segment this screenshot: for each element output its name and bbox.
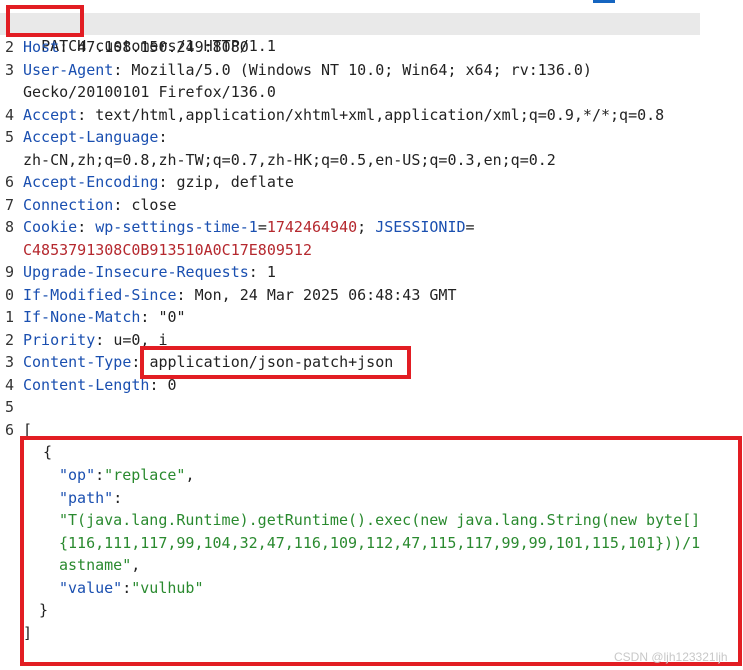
json-body-highlight-box — [20, 436, 742, 666]
watermark: CSDN @ljh123321ljh — [614, 650, 728, 664]
scroll-indicator — [593, 0, 615, 3]
header-name: Upgrade-Insecure-Requests — [23, 263, 249, 281]
header-continuation[interactable]: zh-CN,zh;q=0.8,zh-TW;q=0.7,zh-HK;q=0.5,e… — [23, 149, 556, 171]
header-name: Cookie — [23, 218, 78, 236]
header-name: User-Agent — [23, 61, 114, 79]
line-number: 6 — [4, 173, 14, 191]
line-number: 3 — [4, 353, 14, 371]
editor-top-strip — [0, 0, 743, 10]
header-value: Mon, 24 Mar 2025 06:48:43 GMT — [194, 286, 457, 304]
header-value: Gecko/20100101 Firefox/136.0 — [23, 83, 276, 101]
cookie-value: C4853791308C0B913510A0C17E809512 — [23, 241, 312, 259]
line-number: 7 — [4, 196, 14, 214]
header-name: Content-Length — [23, 376, 150, 394]
line-number: 1 — [4, 308, 14, 326]
header-line[interactable]: Accept-Language: — [23, 126, 168, 148]
header-line[interactable]: Accept: text/html,application/xhtml+xml,… — [23, 104, 664, 126]
line-number: 3 — [4, 61, 14, 79]
header-value: "0" — [158, 308, 186, 326]
header-name: Priority — [23, 331, 96, 349]
line-number: 4 — [4, 106, 14, 124]
header-line[interactable]: If-Modified-Since: Mon, 24 Mar 2025 06:4… — [23, 284, 457, 306]
line-number: 4 — [4, 376, 14, 394]
header-line[interactable]: Connection: close — [23, 194, 177, 216]
cookie-continuation[interactable]: C4853791308C0B913510A0C17E809512 — [23, 239, 312, 261]
header-name: Connection — [23, 196, 114, 214]
line-number: 5 — [4, 398, 14, 416]
cookie-name: wp-settings-time-1 — [95, 218, 258, 236]
line-number: 5 — [4, 128, 14, 146]
header-value: Mozilla/5.0 (Windows NT 10.0; Win64; x64… — [131, 61, 592, 79]
line-number: 6 — [4, 421, 14, 439]
header-value: 1 — [266, 263, 276, 281]
header-line[interactable]: Accept-Encoding: gzip, deflate — [23, 171, 294, 193]
line-number: 9 — [4, 263, 14, 281]
header-value: zh-CN,zh;q=0.8,zh-TW;q=0.7,zh-HK;q=0.5,e… — [23, 151, 556, 169]
cookie-header-line[interactable]: Cookie: wp-settings-time-1=1742464940; J… — [23, 216, 475, 238]
line-number: 0 — [4, 286, 14, 304]
header-value: gzip, deflate — [176, 173, 294, 191]
header-line[interactable]: Host: 47.108.150.249:8080 — [23, 36, 249, 58]
line-number: 2 — [4, 331, 14, 349]
header-name: Accept-Encoding — [23, 173, 159, 191]
cookie-name: JSESSIONID — [375, 218, 466, 236]
method-highlight-box — [6, 5, 84, 37]
header-value: text/html,application/xhtml+xml,applicat… — [95, 106, 665, 124]
header-value: 47.108.150.249:8080 — [77, 38, 249, 56]
header-name: Content-Type — [23, 353, 132, 371]
content-type-highlight-box — [140, 346, 411, 379]
header-line[interactable]: Upgrade-Insecure-Requests: 1 — [23, 261, 276, 283]
line-number: 8 — [4, 218, 14, 236]
header-name: Host — [23, 38, 60, 56]
header-name: If-Modified-Since — [23, 286, 177, 304]
cookie-value: 1742464940 — [266, 218, 358, 236]
header-line[interactable]: If-None-Match: "0" — [23, 306, 186, 328]
header-name: If-None-Match — [23, 308, 141, 326]
header-value: close — [131, 196, 177, 214]
header-continuation[interactable]: Gecko/20100101 Firefox/136.0 — [23, 81, 276, 103]
header-name: Accept-Language — [23, 128, 159, 146]
header-line[interactable]: User-Agent: Mozilla/5.0 (Windows NT 10.0… — [23, 59, 592, 81]
header-name: Accept — [23, 106, 78, 124]
line-number: 2 — [4, 38, 14, 56]
